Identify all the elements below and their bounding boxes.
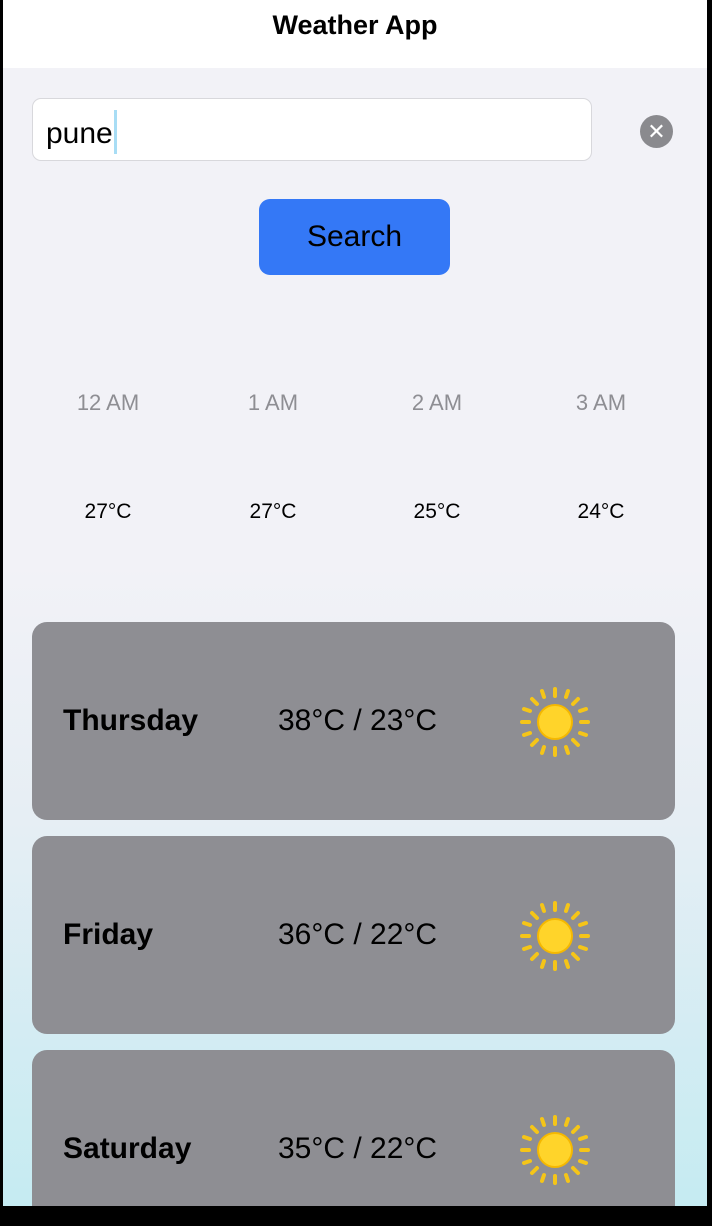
hour-temp: 27°C — [84, 500, 132, 523]
hour-temp: 24°C — [577, 500, 625, 523]
sun-icon — [520, 1115, 590, 1185]
daily-forecast-card[interactable]: Thursday 38°C / 23°C — [32, 622, 675, 820]
moon-icon — [377, 448, 497, 472]
app-screen: Weather App pune ✕ Search 12 AM 27°C 1 A… — [3, 0, 707, 1206]
moon-icon — [541, 448, 661, 472]
hourly-item: 3 AM 24°C — [541, 388, 661, 526]
text-cursor — [113, 110, 117, 154]
day-temperature-range: 38°C / 23°C — [278, 704, 438, 737]
daily-forecast-card[interactable]: Friday 36°C / 22°C — [32, 836, 675, 1034]
hour-temp: 25°C — [413, 500, 461, 523]
hourly-item: 2 AM 25°C — [377, 388, 497, 526]
city-search-input[interactable]: pune — [32, 98, 592, 161]
hourly-item: 1 AM 27°C — [213, 388, 333, 526]
navigation-bar: Weather App — [3, 0, 707, 68]
day-name: Saturday — [63, 1132, 192, 1165]
hourly-item: 12 AM 27°C — [48, 388, 168, 526]
hour-time: 2 AM — [411, 390, 463, 415]
page-title: Weather App — [272, 10, 438, 40]
day-name: Thursday — [63, 704, 199, 737]
hour-temp: 27°C — [249, 500, 297, 523]
day-temperature-range: 36°C / 22°C — [278, 918, 438, 951]
sun-icon — [520, 901, 590, 971]
moon-icon — [48, 448, 168, 472]
search-button[interactable]: Search — [259, 199, 450, 275]
hour-time: 12 AM — [76, 390, 140, 415]
day-temperature-range: 35°C / 22°C — [278, 1132, 438, 1165]
sun-icon — [520, 687, 590, 757]
day-name: Friday — [63, 918, 154, 951]
hour-time: 1 AM — [247, 390, 299, 415]
search-input-value: pune — [46, 116, 113, 150]
moon-icon — [213, 448, 333, 472]
clear-icon[interactable]: ✕ — [640, 115, 673, 148]
hourly-forecast: 12 AM 27°C 1 AM 27°C 2 AM 25°C 3 AM 24°C — [3, 388, 707, 548]
hour-time: 3 AM — [575, 390, 627, 415]
daily-forecast-card[interactable]: Saturday 35°C / 22°C — [32, 1050, 675, 1206]
